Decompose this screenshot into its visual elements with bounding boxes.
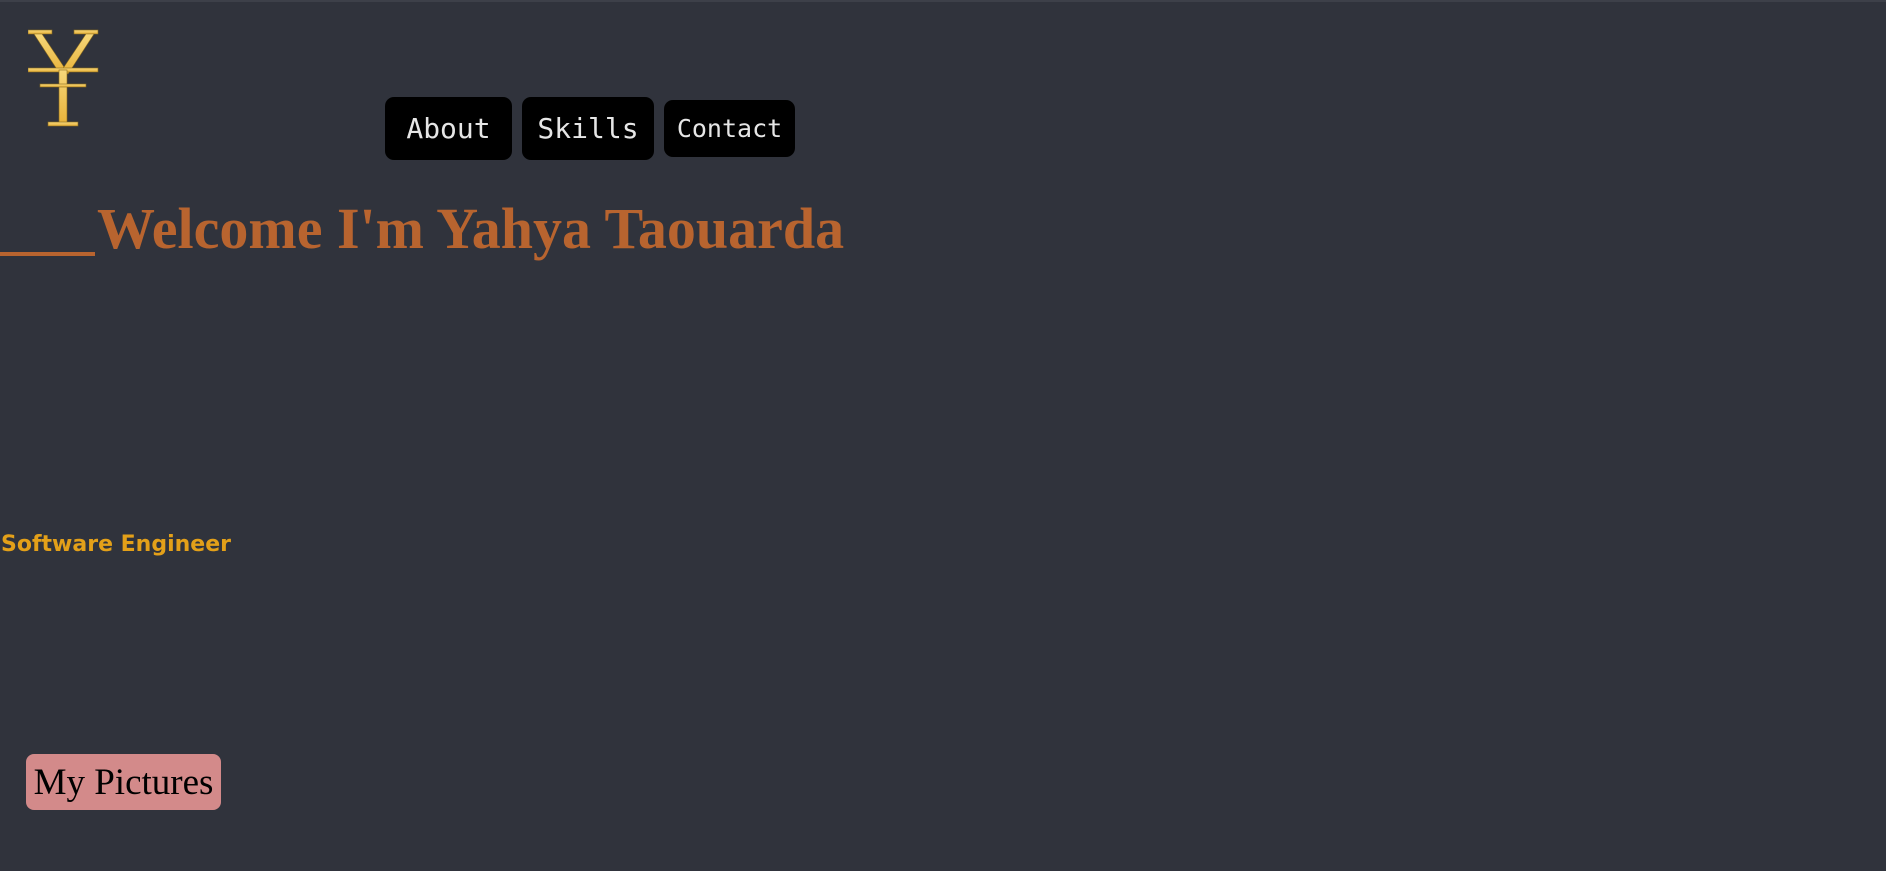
page-title-text: Welcome I'm Yahya Taouarda [97,196,845,261]
about-button[interactable]: About [385,97,512,160]
contact-button[interactable]: Contact [664,100,795,157]
portfolio-page: About Skills Contact Welcome I'm Yahya T… [0,0,1886,871]
main-nav: About Skills Contact [385,97,795,160]
job-title: Software Engineer [1,532,231,557]
my-pictures-button[interactable]: My Pictures [26,754,221,810]
yen-symbol-logo-icon[interactable] [28,24,100,128]
page-title: Welcome I'm Yahya Taouarda [0,194,844,264]
skills-button[interactable]: Skills [522,97,654,160]
title-underline-decoration [0,252,95,256]
